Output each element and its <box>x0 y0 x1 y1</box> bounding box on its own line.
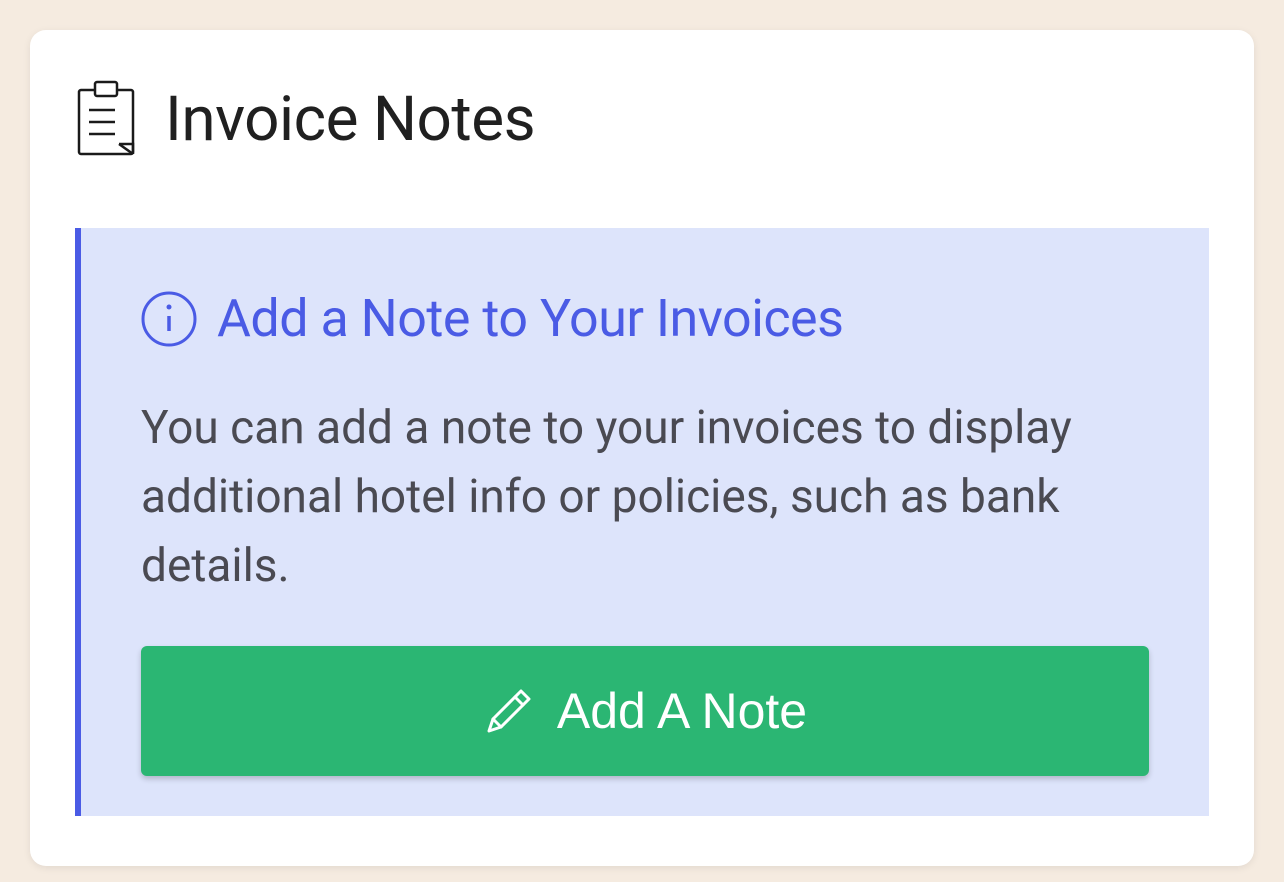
invoice-notes-card: Invoice Notes Add a Note to Your Invoice… <box>30 30 1254 866</box>
card-title: Invoice Notes <box>165 83 535 156</box>
banner-title: Add a Note to Your Invoices <box>217 288 843 349</box>
clipboard-icon <box>75 80 137 158</box>
info-icon <box>141 291 197 347</box>
button-label: Add A Note <box>557 682 807 740</box>
add-note-button[interactable]: Add A Note <box>141 646 1149 776</box>
pencil-icon <box>483 685 535 737</box>
card-header: Invoice Notes <box>75 80 1209 158</box>
info-banner: Add a Note to Your Invoices You can add … <box>75 228 1209 816</box>
banner-description: You can add a note to your invoices to d… <box>141 394 1149 601</box>
banner-header: Add a Note to Your Invoices <box>141 288 1149 349</box>
